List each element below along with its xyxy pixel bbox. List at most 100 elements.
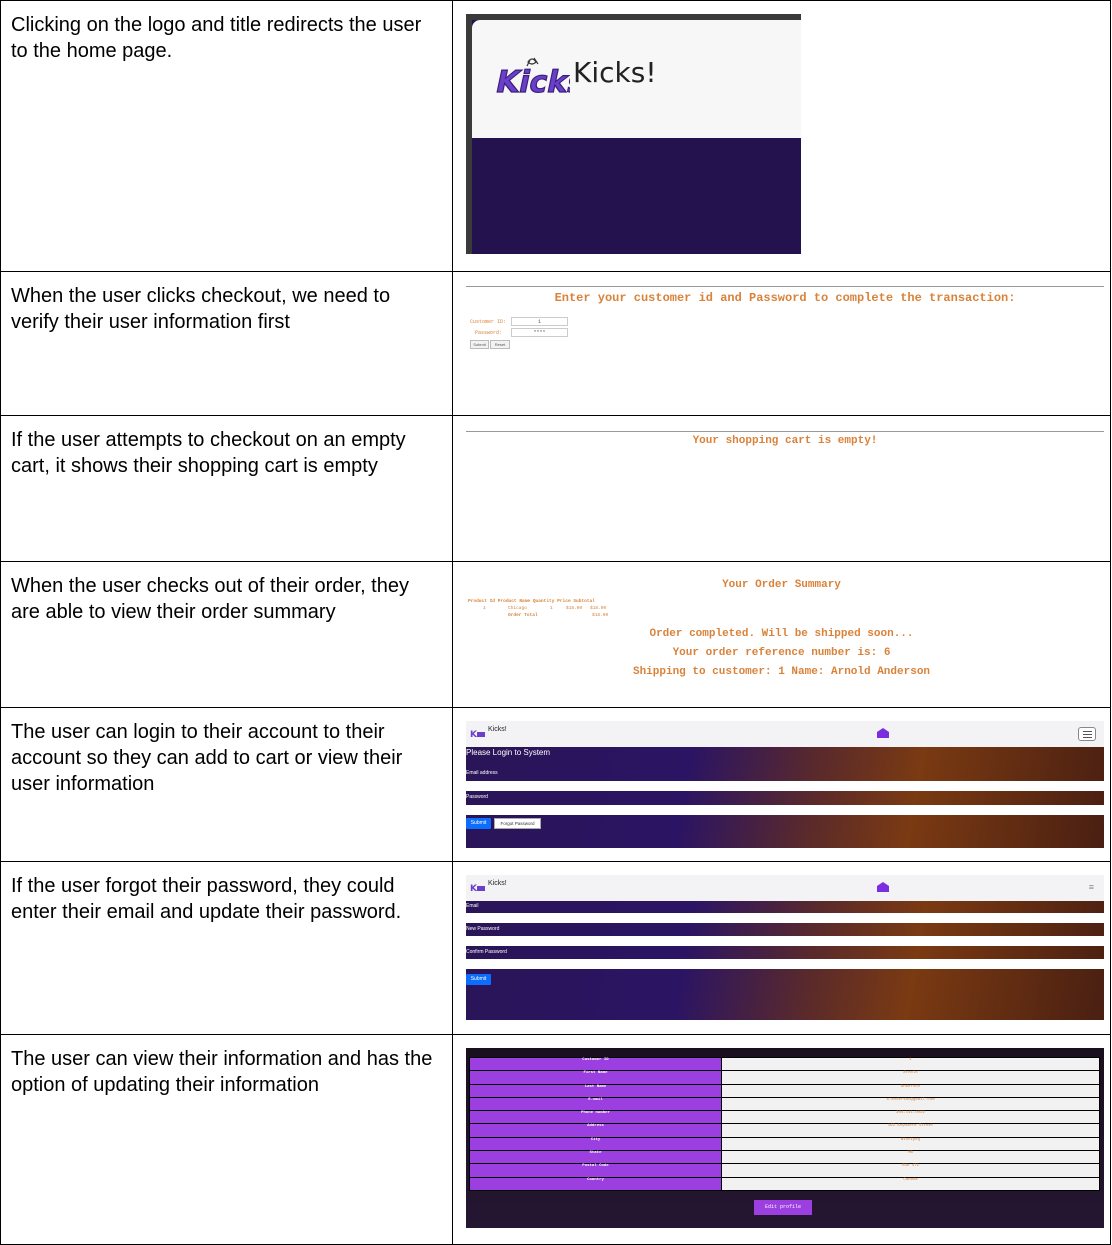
- submit-button[interactable]: Submit: [466, 974, 491, 985]
- login-page-preview: K Kicks! Please Login to System Email ad…: [466, 721, 1104, 848]
- order-completed-text: Order completed. Will be shipped soon...: [649, 628, 914, 640]
- profile-row: State MB: [469, 1150, 1100, 1165]
- row-screenshot: Enter your customer id and Password to c…: [452, 271, 1111, 416]
- forgot-password-button[interactable]: Forgot Password: [494, 818, 541, 829]
- confirm-password-field[interactable]: [466, 959, 1104, 969]
- cell: $18.00: [590, 606, 607, 611]
- profile-page-preview: Customer ID 1 First Name Arnold Last Name And…: [466, 1048, 1104, 1228]
- table-row: If the user forgot their password, they …: [0, 861, 1111, 1035]
- profile-value: R3H 4T2: [721, 1163, 1100, 1178]
- divider-line: [466, 431, 1104, 432]
- shipping-text: Shipping to customer: 1 Name: Arnold And…: [632, 666, 931, 678]
- new-password-field[interactable]: [466, 936, 1104, 946]
- kicks-logo-icon[interactable]: Kicks: [490, 56, 570, 110]
- brand-title[interactable]: Kicks!: [488, 880, 507, 887]
- profile-value: Anderson: [721, 1083, 1100, 1098]
- email-label: Email address: [466, 770, 498, 776]
- submit-button[interactable]: Submit: [470, 340, 489, 349]
- profile-value: 1: [721, 1056, 1100, 1072]
- shoe-icon: [877, 882, 889, 892]
- header-cell: Quantity: [532, 599, 555, 604]
- profile-row: Last Name Anderson: [469, 1083, 1100, 1098]
- email-field[interactable]: [466, 781, 1104, 791]
- order-table: Product Id Product Name Quantity Price S…: [468, 598, 608, 619]
- customer-id-label: Customer ID:: [470, 319, 507, 325]
- row-description: The user can view their information and …: [0, 1034, 453, 1245]
- site-title[interactable]: Kicks!: [573, 56, 657, 89]
- home-screenshot-frame: Kicks Kicks!: [466, 14, 801, 254]
- email-field[interactable]: [466, 913, 1104, 923]
- login-heading: Please Login to System: [466, 748, 551, 757]
- row-description: The user can login to their account to t…: [0, 707, 453, 862]
- profile-value: Arnold: [721, 1070, 1100, 1085]
- profile-row: Address 163 Anywhere Street: [469, 1123, 1100, 1138]
- profile-row: City Winnipeg: [469, 1136, 1100, 1152]
- profile-row: Postal Code R3H 4T2: [469, 1163, 1100, 1178]
- empty-cart-message: Your shopping cart is empty!: [692, 435, 878, 447]
- row-screenshot: K Kicks! ≡ Email New Password Confirm Pa…: [452, 861, 1111, 1035]
- new-password-label: New Password: [466, 926, 500, 932]
- profile-row: Country Canada: [469, 1176, 1100, 1191]
- profile-value: a.anderson@gmail.com: [721, 1096, 1100, 1112]
- profile-row: E-mail a.anderson@gmail.com: [469, 1096, 1100, 1112]
- row-description: When the user checks out of their order,…: [0, 561, 453, 708]
- header-cell: Product Name: [497, 599, 531, 604]
- reset-button[interactable]: Reset: [490, 340, 510, 349]
- password-field[interactable]: [466, 805, 1104, 815]
- password-label: Password:: [475, 330, 503, 336]
- profile-key: Last Name: [469, 1083, 722, 1098]
- edit-profile-button[interactable]: Edit profile: [754, 1200, 812, 1215]
- order-table-row: 1 Chicago 1 $18.00 $18.00: [468, 605, 606, 612]
- navbar: K Kicks! ≡: [466, 875, 1104, 901]
- profile-value: Canada: [721, 1176, 1100, 1191]
- submit-button[interactable]: Submit: [466, 818, 491, 829]
- forgot-password-preview: K Kicks! ≡ Email New Password Confirm Pa…: [466, 875, 1104, 1020]
- profile-table: Customer ID 1 First Name Arnold Last Name And…: [469, 1056, 1100, 1191]
- header-bar: Kicks Kicks!: [472, 20, 801, 138]
- order-total-value: $18.00: [592, 613, 609, 618]
- header-cell: Subtotal: [573, 599, 595, 604]
- profile-value: 204-111-0022: [721, 1110, 1100, 1125]
- customer-id-input[interactable]: 1: [511, 317, 568, 326]
- order-total-row: Order Total $18.00: [468, 612, 608, 619]
- profile-key: E-mail: [469, 1096, 722, 1112]
- table-row: The user can view their information and …: [0, 1034, 1111, 1245]
- row-screenshot: K Kicks! Please Login to System Email ad…: [452, 707, 1111, 862]
- table-row: When the user checks out of their order,…: [0, 561, 1111, 708]
- kicks-logo-icon[interactable]: K: [470, 882, 486, 893]
- header-cell: Product Id: [468, 599, 496, 604]
- row-description: Clicking on the logo and title redirects…: [0, 0, 453, 272]
- profile-key: Country: [469, 1176, 722, 1191]
- checkout-heading: Enter your customer id and Password to c…: [554, 291, 1016, 305]
- row-screenshot: Your Order Summary Product Id Product Na…: [452, 561, 1111, 708]
- table-row: When the user clicks checkout, we need t…: [0, 271, 1111, 416]
- profile-key: State: [469, 1150, 722, 1165]
- requirements-table: Clicking on the logo and title redirects…: [0, 0, 1111, 1245]
- kicks-logo-icon[interactable]: K: [470, 728, 486, 739]
- cell: Chicago: [508, 606, 527, 611]
- brand-title[interactable]: Kicks!: [488, 726, 507, 733]
- logo-lettering: Kicks: [493, 65, 570, 100]
- table-row: The user can login to their account to t…: [0, 707, 1111, 862]
- profile-key: City: [469, 1136, 722, 1152]
- order-reference-text: Your order reference number is: 6: [672, 647, 891, 659]
- email-label: Email: [466, 903, 479, 909]
- profile-value: Winnipeg: [721, 1136, 1100, 1152]
- hamburger-menu-icon[interactable]: [1078, 727, 1096, 741]
- profile-key: Address: [469, 1123, 722, 1138]
- svg-text:K: K: [470, 730, 478, 739]
- password-input[interactable]: ****: [511, 328, 568, 337]
- hamburger-menu-icon[interactable]: ≡: [1089, 882, 1094, 892]
- profile-value: 163 Anywhere Street: [721, 1123, 1100, 1138]
- row-description: If the user attempts to checkout on an e…: [0, 415, 453, 562]
- home-page-preview: Kicks Kicks!: [472, 20, 801, 254]
- profile-key: First Name: [469, 1070, 722, 1085]
- shoe-icon: [877, 728, 889, 738]
- divider-line: [466, 286, 1104, 287]
- svg-text:K: K: [470, 884, 478, 893]
- order-summary-title: Your Order Summary: [722, 579, 841, 591]
- row-screenshot: Your shopping cart is empty!: [452, 415, 1111, 562]
- profile-row: Phone number 204-111-0022: [469, 1110, 1100, 1125]
- header-cell: Price: [557, 599, 571, 604]
- profile-row: Customer ID 1: [469, 1056, 1100, 1072]
